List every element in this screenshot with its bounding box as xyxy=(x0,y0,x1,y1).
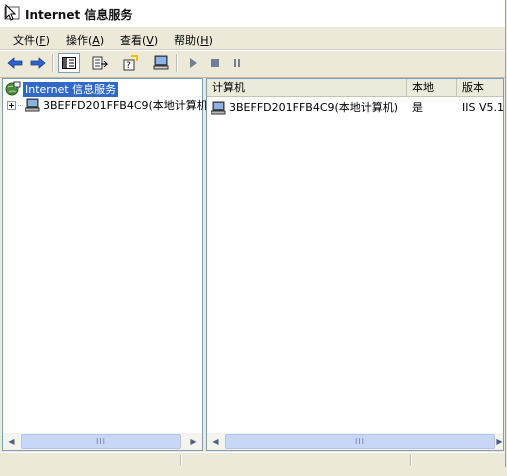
cell-local: 是 xyxy=(412,101,423,114)
show-hide-tree-icon xyxy=(62,57,76,69)
cell-version: IIS V5.1 xyxy=(462,101,504,114)
scroll-right-icon[interactable]: ▶ xyxy=(492,434,503,449)
export-list-icon xyxy=(92,56,108,70)
cell-computer-text: 3BEFFD201FFB4C9(本地计算机) xyxy=(229,101,399,114)
tree-pane[interactable]: Internet 信息服务 3BEFFD201FFB4C9(本地计算机 ◀ II… xyxy=(2,78,208,451)
window-title: Internet 信息服务 xyxy=(25,8,133,22)
tree-node-local-computer[interactable]: 3BEFFD201FFB4C9(本地计算机 xyxy=(7,97,208,113)
stop-button[interactable] xyxy=(204,53,226,73)
list-header: 计算机 本地 版本 xyxy=(207,79,503,97)
menu-file[interactable]: 文件(F) xyxy=(11,31,52,49)
show-hide-tree-button[interactable] xyxy=(58,53,80,73)
column-header-computer[interactable]: 计算机 xyxy=(207,79,407,96)
forward-arrow-icon xyxy=(30,57,46,69)
list-row[interactable]: 3BEFFD201FFB4C9(本地计算机) 是 IIS V5.1 xyxy=(207,99,503,116)
help-icon: ? xyxy=(123,55,138,71)
toolbar: ? xyxy=(0,50,505,78)
start-button[interactable] xyxy=(182,53,204,73)
connect-computer-icon xyxy=(153,55,169,70)
expand-icon[interactable] xyxy=(7,100,16,110)
status-bar xyxy=(0,452,505,467)
computer-icon xyxy=(211,101,226,114)
pause-button[interactable] xyxy=(226,53,248,73)
connect-computer-button[interactable] xyxy=(150,53,172,73)
menu-action[interactable]: 操作(A) xyxy=(64,31,106,49)
svg-text:?: ? xyxy=(126,61,131,71)
scroll-right-icon[interactable]: ▶ xyxy=(186,434,201,449)
title-bar[interactable]: Internet 信息服务 xyxy=(0,0,505,27)
list-horizontal-scrollbar[interactable]: ◀ III ▶ xyxy=(207,433,503,450)
menu-view[interactable]: 查看(V) xyxy=(118,31,160,49)
cell-computer: 3BEFFD201FFB4C9(本地计算机) xyxy=(211,99,398,116)
tree-horizontal-scrollbar[interactable]: ◀ III ▶ xyxy=(3,433,202,450)
list-pane[interactable]: 计算机 本地 版本 3BEFFD201FFB4C9(本地计算机) 是 IIS V… xyxy=(206,78,504,451)
column-header-local[interactable]: 本地 xyxy=(407,79,457,96)
help-button[interactable]: ? xyxy=(119,53,141,73)
start-icon xyxy=(190,58,197,68)
iis-globe-icon xyxy=(5,81,21,96)
pause-icon xyxy=(234,59,240,67)
stop-icon xyxy=(211,59,219,67)
forward-button[interactable] xyxy=(27,53,49,73)
mmc-window: Internet 信息服务 文件(F) 操作(A) 查看(V) 帮助(H) ? xyxy=(0,0,506,467)
scrollbar-thumb[interactable]: III xyxy=(225,434,495,449)
menu-bar: 文件(F) 操作(A) 查看(V) 帮助(H) xyxy=(0,28,505,50)
tree-root-node[interactable]: Internet 信息服务 xyxy=(5,81,119,97)
computer-icon xyxy=(25,98,40,112)
menu-help[interactable]: 帮助(H) xyxy=(172,31,215,49)
scroll-left-icon[interactable]: ◀ xyxy=(208,434,223,449)
scroll-left-icon[interactable]: ◀ xyxy=(4,434,19,449)
scrollbar-thumb[interactable]: III xyxy=(21,434,181,449)
back-arrow-icon xyxy=(7,57,23,69)
tree-root-label: Internet 信息服务 xyxy=(23,81,119,97)
iis-app-icon xyxy=(4,3,20,21)
export-list-button[interactable] xyxy=(89,53,111,73)
back-button[interactable] xyxy=(4,53,26,73)
tree-node-label: 3BEFFD201FFB4C9(本地计算机 xyxy=(43,99,208,112)
column-header-version[interactable]: 版本 xyxy=(457,79,503,96)
